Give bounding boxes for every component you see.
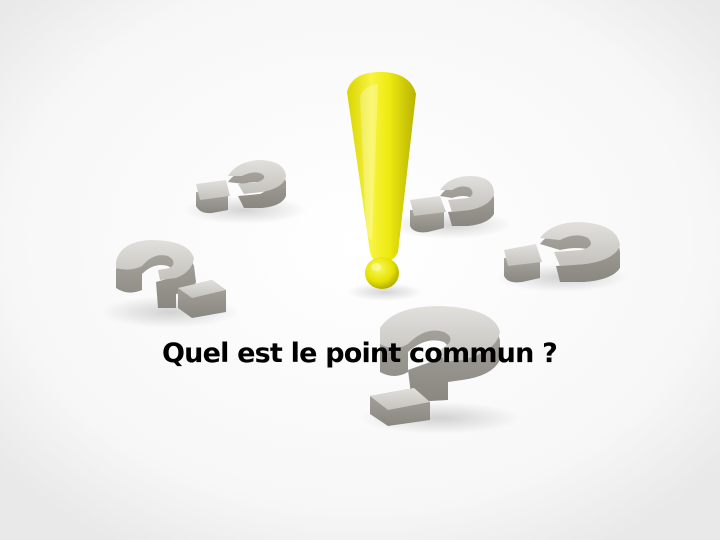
page-title: Quel est le point commun ? — [162, 338, 558, 369]
illustration — [0, 0, 720, 540]
